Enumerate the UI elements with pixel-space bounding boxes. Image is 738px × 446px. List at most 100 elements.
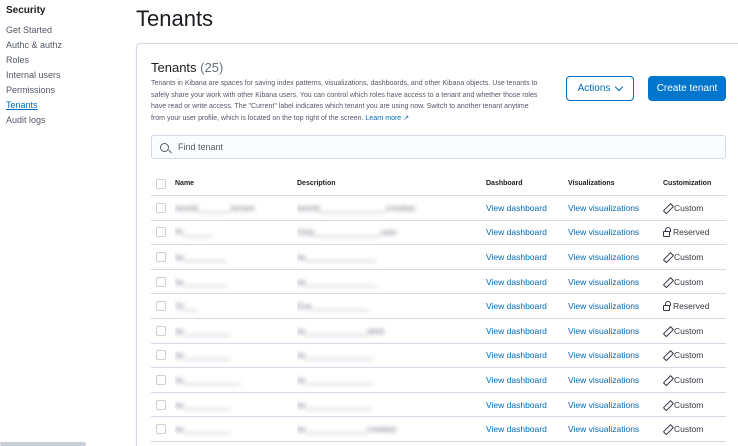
header-customization[interactable]: Customization bbox=[663, 172, 728, 195]
tenant-description: tw_______________ bbox=[297, 245, 477, 269]
customization-value: Custom bbox=[663, 203, 703, 213]
table-row: Pr______ Only______________user View dashb… bbox=[151, 221, 726, 246]
customization-cell: Reserved bbox=[663, 221, 728, 245]
pencil-icon bbox=[663, 327, 671, 335]
tenant-description: tworld______________created. bbox=[297, 196, 477, 220]
view-dashboard-link[interactable]: View dashboard bbox=[486, 393, 566, 417]
view-visualizations-link[interactable]: View visualizations bbox=[568, 319, 658, 343]
page-title: Tenants bbox=[136, 6, 214, 31]
tenant-name-text: tw____________ bbox=[175, 374, 241, 385]
row-checkbox-cell bbox=[156, 417, 168, 441]
search-input[interactable] bbox=[178, 142, 698, 152]
sidebar-item-audit-logs[interactable]: Audit logs bbox=[6, 115, 46, 125]
sidebar-item-get-started[interactable]: Get Started bbox=[6, 25, 52, 35]
sidebar-item-roles[interactable]: Roles bbox=[6, 55, 29, 65]
customization-label: Custom bbox=[674, 325, 704, 336]
view-dashboard-link[interactable]: View dashboard bbox=[486, 270, 566, 294]
sidebar-item-internal-users[interactable]: Internal users bbox=[6, 70, 61, 80]
table-row: tw__________ tw______________ View dashboa… bbox=[151, 393, 726, 418]
row-checkbox[interactable] bbox=[156, 202, 166, 213]
view-visualizations-link[interactable]: View visualizations bbox=[568, 393, 658, 417]
tenant-description-text: tw______________ bbox=[297, 399, 372, 410]
row-checkbox[interactable] bbox=[156, 350, 166, 361]
view-visualizations-link[interactable]: View visualizations bbox=[568, 245, 658, 269]
view-dashboard-link[interactable]: View dashboard bbox=[486, 221, 566, 245]
customization-value: Reserved bbox=[663, 300, 709, 311]
pencil-icon bbox=[663, 204, 671, 212]
tenant-name-text: tw_________ bbox=[175, 276, 227, 287]
customization-value: Custom bbox=[663, 252, 703, 262]
view-dashboard-link[interactable]: View dashboard bbox=[486, 319, 566, 343]
tenant-count: (25) bbox=[200, 60, 224, 75]
customization-value: Custom bbox=[663, 350, 703, 360]
tenant-name-text: Pr______ bbox=[175, 227, 212, 238]
horizontal-scrollbar[interactable] bbox=[0, 442, 86, 446]
view-dashboard-link[interactable]: View dashboard bbox=[486, 417, 566, 441]
view-dashboard-link[interactable]: View dashboard bbox=[486, 196, 566, 220]
sidebar-item-tenants[interactable]: Tenants bbox=[6, 100, 38, 110]
tenants-table: Name Description Dashboard Visualization… bbox=[151, 172, 726, 442]
view-visualizations-link[interactable]: View visualizations bbox=[568, 417, 658, 441]
actions-button[interactable]: Actions bbox=[566, 76, 634, 101]
row-checkbox[interactable] bbox=[156, 374, 166, 385]
customization-cell: Custom bbox=[663, 270, 728, 294]
panel-description: Tenants in Kibana are spaces for saving … bbox=[151, 78, 539, 125]
view-visualizations-link[interactable]: View visualizations bbox=[568, 344, 658, 368]
customization-cell: Custom bbox=[663, 368, 728, 392]
header-description[interactable]: Description bbox=[297, 172, 477, 195]
tenant-name-text: tworld_______tenant bbox=[175, 202, 255, 213]
learn-more-text: Learn more bbox=[365, 115, 402, 123]
tenant-description-text: tworld______________created. bbox=[297, 202, 417, 213]
tenant-name: tw__________ bbox=[175, 319, 290, 343]
view-visualizations-link[interactable]: View visualizations bbox=[568, 270, 658, 294]
customization-cell: Custom bbox=[663, 417, 728, 441]
customization-label: Custom bbox=[674, 202, 704, 213]
row-checkbox[interactable] bbox=[156, 301, 166, 312]
customization-label: Custom bbox=[674, 251, 704, 262]
view-dashboard-link[interactable]: View dashboard bbox=[486, 368, 566, 392]
customization-cell: Custom bbox=[663, 344, 728, 368]
tenant-description: Eve____________ bbox=[297, 294, 477, 318]
pencil-icon bbox=[663, 376, 671, 384]
row-checkbox[interactable] bbox=[156, 325, 166, 336]
sidebar-title: Security bbox=[6, 5, 46, 16]
row-checkbox[interactable] bbox=[156, 251, 166, 262]
tenant-description-text: Eve____________ bbox=[297, 301, 369, 312]
row-checkbox-cell bbox=[156, 393, 168, 417]
table-row: tworld_______tenant tworld______________c… bbox=[151, 196, 726, 221]
select-all-checkbox[interactable] bbox=[156, 178, 166, 189]
header-name[interactable]: Name bbox=[175, 172, 290, 195]
view-dashboard-link[interactable]: View dashboard bbox=[486, 245, 566, 269]
chevron-down-icon bbox=[615, 82, 624, 92]
lock-icon bbox=[663, 300, 671, 311]
row-checkbox[interactable] bbox=[156, 227, 166, 238]
view-visualizations-link[interactable]: View visualizations bbox=[568, 294, 658, 318]
row-checkbox[interactable] bbox=[156, 424, 166, 435]
customization-cell: Custom bbox=[663, 196, 728, 220]
row-checkbox[interactable] bbox=[156, 399, 166, 410]
sidebar-item-authc-authz[interactable]: Authc & authz bbox=[6, 40, 62, 50]
sidebar-item-permissions[interactable]: Permissions bbox=[6, 85, 55, 95]
row-checkbox-cell bbox=[156, 270, 168, 294]
tenant-name: tw__________ bbox=[175, 417, 290, 441]
view-dashboard-link[interactable]: View dashboard bbox=[486, 344, 566, 368]
customization-label: Custom bbox=[674, 374, 704, 385]
view-visualizations-link[interactable]: View visualizations bbox=[568, 368, 658, 392]
header-visualizations: Visualizations bbox=[568, 180, 615, 187]
tenant-description: tw______________. bbox=[297, 368, 477, 392]
customization-label: Custom bbox=[674, 424, 704, 435]
view-visualizations-link[interactable]: View visualizations bbox=[568, 196, 658, 220]
create-tenant-button[interactable]: Create tenant bbox=[648, 76, 726, 101]
tenant-description-text: tw_____________created. bbox=[297, 424, 398, 435]
view-visualizations-link[interactable]: View visualizations bbox=[568, 221, 658, 245]
customization-cell: Reserved bbox=[663, 294, 728, 318]
tenant-name: tw__________ bbox=[175, 344, 290, 368]
row-checkbox-cell bbox=[156, 245, 168, 269]
row-checkbox-cell bbox=[156, 221, 168, 245]
view-dashboard-link[interactable]: View dashboard bbox=[486, 294, 566, 318]
learn-more-link[interactable]: Learn more ↗ bbox=[365, 115, 409, 122]
row-checkbox[interactable] bbox=[156, 276, 166, 287]
row-checkbox-cell bbox=[156, 294, 168, 318]
lock-icon bbox=[663, 226, 671, 237]
tenant-name: tw_________ bbox=[175, 245, 290, 269]
